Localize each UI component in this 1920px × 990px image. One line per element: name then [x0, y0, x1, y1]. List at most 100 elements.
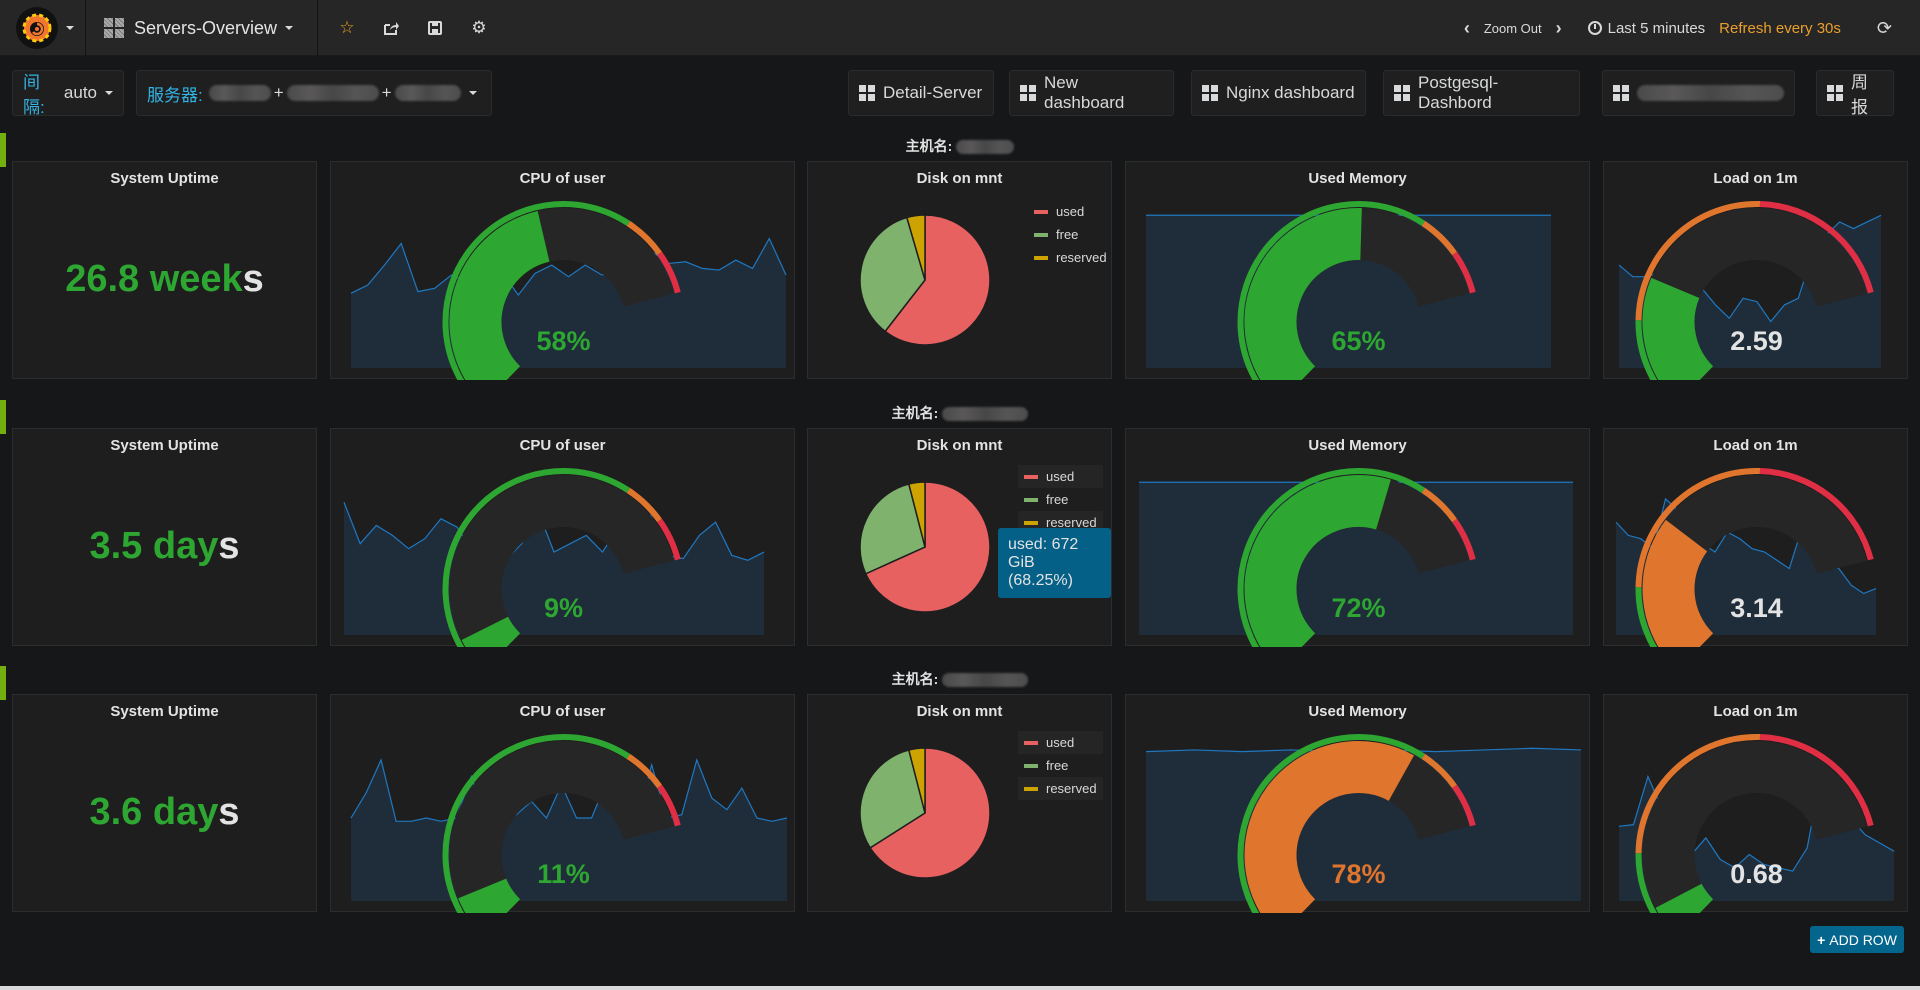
- memory-chart: 78%: [1145, 734, 1582, 913]
- link-redacted-dashboard[interactable]: [1602, 70, 1795, 116]
- legend-item-used[interactable]: used: [1028, 200, 1113, 223]
- pie-legend: used free reserved: [1018, 731, 1103, 800]
- legend-item-used[interactable]: used: [1018, 731, 1103, 754]
- legend-item-reserved[interactable]: reserved: [1018, 777, 1103, 800]
- star-icon[interactable]: ☆: [325, 0, 369, 56]
- cpu-panel[interactable]: 58% CPU of user: [330, 161, 795, 380]
- legend-swatch: [1024, 786, 1038, 791]
- memory-panel[interactable]: 65% Used Memory: [1125, 161, 1590, 380]
- uptime-panel[interactable]: System Uptime 3.5 day s: [12, 428, 317, 646]
- top-navbar: Servers-Overview ☆ ⚙ ‹ Zoom Out › Last 5…: [0, 0, 1920, 56]
- chevron-down-icon: [66, 26, 74, 30]
- load-gauge-value: 2.59: [1730, 326, 1783, 356]
- panel-title[interactable]: CPU of user: [331, 170, 794, 187]
- gauge-value-fill: [1655, 882, 1714, 913]
- refresh-icon[interactable]: ⟳: [1877, 18, 1892, 39]
- legend-item-reserved[interactable]: reserved: [1028, 246, 1113, 269]
- dashboard-link-icon: [859, 85, 875, 101]
- legend-item-free[interactable]: free: [1018, 754, 1103, 777]
- save-icon[interactable]: [413, 0, 457, 56]
- legend-item-free[interactable]: free: [1028, 223, 1113, 246]
- cpu-chart: 58%: [350, 201, 787, 380]
- panel-title[interactable]: Disk on mnt: [808, 170, 1111, 187]
- legend-label: reserved: [1056, 250, 1107, 265]
- interval-label: 间隔:: [23, 73, 45, 117]
- chevron-down-icon: [285, 26, 294, 30]
- pie-legend: used free reserved: [1018, 465, 1103, 534]
- refresh-interval[interactable]: Refresh every 30s: [1719, 20, 1841, 37]
- link-weekly-report[interactable]: 周报: [1816, 70, 1894, 117]
- clock-icon: [1587, 21, 1602, 35]
- panel-title[interactable]: Used Memory: [1126, 437, 1589, 454]
- load-chart: 2.59: [1618, 201, 1882, 380]
- load-panel[interactable]: 3.14 Load on 1m: [1603, 428, 1908, 647]
- panel-title[interactable]: Used Memory: [1126, 703, 1589, 720]
- chevron-down-icon: [105, 91, 113, 95]
- server-variable[interactable]: 服务器: + +: [136, 70, 492, 116]
- cpu-chart: 9%: [343, 468, 765, 647]
- disk-panel[interactable]: used free reserved Disk on mnt: [807, 694, 1112, 912]
- legend-item-free[interactable]: free: [1018, 488, 1103, 511]
- panel-title[interactable]: CPU of user: [331, 437, 794, 454]
- legend-swatch: [1024, 474, 1038, 479]
- link-postgesql-dashboard[interactable]: Postgesql-Dashbord: [1383, 70, 1580, 116]
- link-detail-server[interactable]: Detail-Server: [848, 70, 994, 116]
- time-back-button[interactable]: ‹: [1464, 18, 1470, 39]
- chevron-down-icon: [468, 91, 477, 95]
- panel-title[interactable]: Disk on mnt: [808, 703, 1111, 720]
- memory-panel[interactable]: 78% Used Memory: [1125, 694, 1590, 913]
- disk-chart: [859, 214, 991, 346]
- uptime-suffix: s: [242, 257, 264, 300]
- uptime-panel[interactable]: System Uptime 3.6 day s: [12, 694, 317, 912]
- cpu-panel[interactable]: 9% CPU of user: [330, 428, 795, 647]
- zoom-out-button[interactable]: Zoom Out: [1484, 21, 1542, 36]
- redacted-hostname: [956, 140, 1015, 155]
- gauge-value-fill: [1642, 277, 1714, 380]
- disk-panel[interactable]: used free reserved Disk on mnt: [807, 161, 1112, 379]
- cpu-gauge-value: 11%: [537, 859, 590, 889]
- panel-title[interactable]: CPU of user: [331, 703, 794, 720]
- dashboard-link-icon: [1020, 85, 1036, 101]
- memory-panel[interactable]: 72% Used Memory: [1125, 428, 1590, 647]
- link-new-dashboard[interactable]: New dashboard: [1009, 70, 1174, 116]
- memory-gauge-value: 78%: [1331, 859, 1385, 889]
- cpu-panel[interactable]: 11% CPU of user: [330, 694, 795, 913]
- uptime-panel[interactable]: System Uptime 26.8 week s: [12, 161, 317, 379]
- time-range-picker[interactable]: Last 5 minutes: [1587, 20, 1705, 37]
- panel-title[interactable]: Used Memory: [1126, 170, 1589, 187]
- add-row-button[interactable]: + ADD ROW: [1810, 926, 1904, 953]
- legend-label: free: [1046, 492, 1069, 507]
- uptime-suffix: s: [218, 790, 240, 833]
- legend-item-used[interactable]: used: [1018, 465, 1103, 488]
- row-title[interactable]: 主机名:: [0, 669, 1920, 689]
- legend-label: free: [1056, 227, 1079, 242]
- panel-title[interactable]: Load on 1m: [1604, 703, 1907, 720]
- grafana-menu[interactable]: [0, 0, 86, 56]
- panel-title[interactable]: Load on 1m: [1604, 170, 1907, 187]
- gear-icon[interactable]: ⚙: [457, 0, 501, 56]
- interval-variable[interactable]: 间隔: auto: [12, 70, 124, 117]
- share-icon[interactable]: [369, 0, 413, 56]
- redacted-hostname: [942, 673, 1029, 688]
- gauge-value-fill: [458, 877, 521, 913]
- time-forward-button[interactable]: ›: [1556, 18, 1562, 39]
- cpu-gauge-value: 9%: [544, 593, 583, 623]
- row-title[interactable]: 主机名:: [0, 403, 1920, 423]
- legend-swatch: [1034, 209, 1048, 214]
- load-gauge-value: 0.68: [1730, 859, 1783, 889]
- link-nginx-dashboard[interactable]: Nginx dashboard: [1191, 70, 1366, 116]
- gauge-value-fill: [461, 615, 521, 647]
- legend-label: used: [1056, 204, 1085, 219]
- panel-title[interactable]: Disk on mnt: [808, 437, 1111, 454]
- uptime-value: 26.8 week s: [13, 162, 316, 378]
- grafana-logo-icon: [16, 7, 58, 49]
- pie-tooltip: used: 672 GiB (68.25%): [998, 528, 1111, 598]
- row-title[interactable]: 主机名:: [0, 136, 1920, 156]
- load-panel[interactable]: 2.59 Load on 1m: [1603, 161, 1908, 380]
- redacted-link-label: [1637, 85, 1784, 101]
- disk-panel[interactable]: used free reserved used: 672 GiB (68.25%) Di…: [807, 428, 1112, 646]
- load-panel[interactable]: 0.68 Load on 1m: [1603, 694, 1908, 913]
- uptime-number: 26.8 week: [65, 257, 243, 300]
- dashboard-picker[interactable]: Servers-Overview: [88, 0, 318, 56]
- panel-title[interactable]: Load on 1m: [1604, 437, 1907, 454]
